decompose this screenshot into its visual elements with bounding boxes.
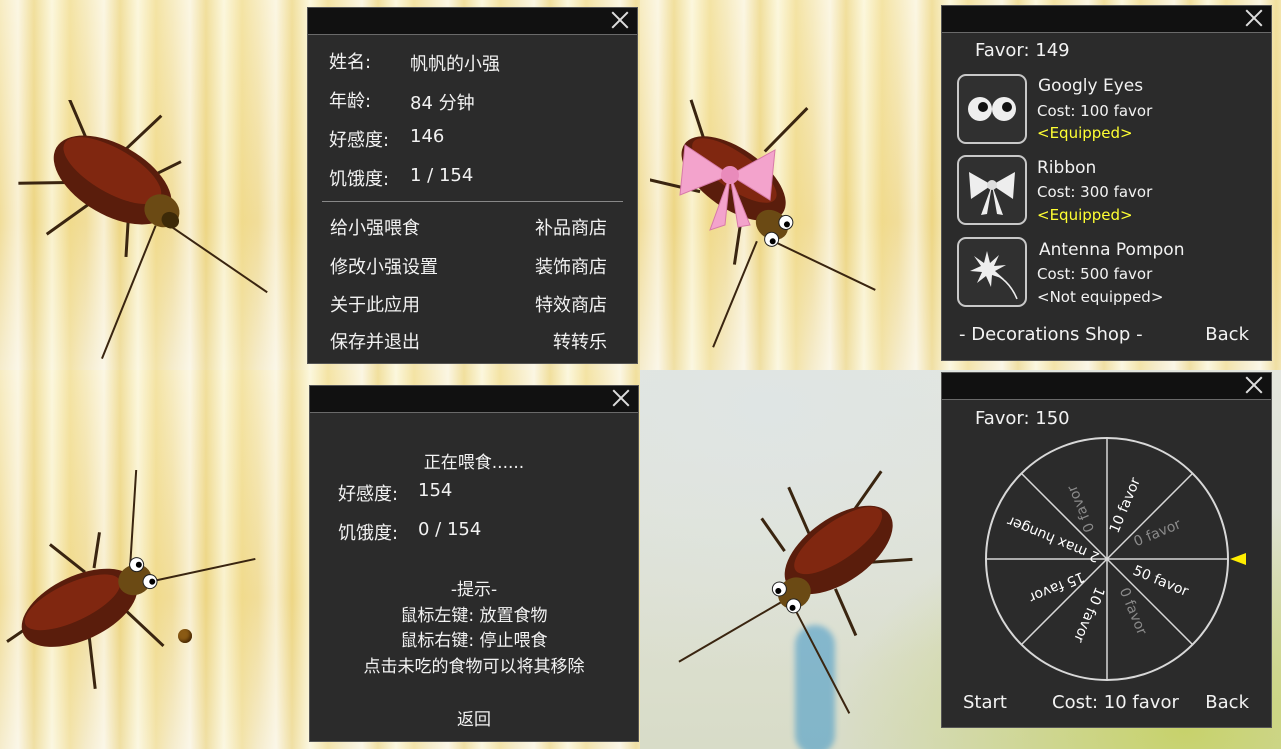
wheel-segment-label: 0 favor (1116, 586, 1150, 638)
feeding-status: 正在喂食...... (423, 453, 525, 473)
tip-right-click: 鼠标右键: 停止喂食 (400, 631, 548, 651)
wheel-segment-label: 10 favor (1070, 584, 1107, 644)
lucky-wheel-panel: Favor: 150 10 favor 0 favor 50 favor 0 f… (941, 372, 1272, 728)
item-status-antenna-pompon: <Not equipped> (1037, 288, 1164, 306)
menu-decoration-shop[interactable]: 装饰商店 (535, 253, 607, 279)
item-name-googly-eyes: Googly Eyes (1038, 76, 1144, 96)
item-name-antenna-pompon: Antenna Pompon (1039, 240, 1185, 260)
hunger-label: 饥饿度: (338, 523, 399, 544)
menu-feed[interactable]: 给小强喂食 (330, 214, 420, 240)
title-bar (942, 6, 1271, 33)
menu-effects-shop[interactable]: 特效商店 (535, 291, 607, 317)
wheel-segment-label: 0 favor (1064, 482, 1098, 534)
back-button[interactable]: 返回 (310, 705, 638, 730)
item-status-ribbon: <Equipped> (1037, 206, 1133, 224)
close-icon[interactable] (610, 387, 632, 409)
prize-wheel: 10 favor 0 favor 50 favor 0 favor 10 fav… (985, 437, 1246, 681)
hunger-value: 1 / 154 (410, 165, 474, 186)
info-menu-panel: 姓名: 帆帆的小强 年龄: 84 分钟 好感度: 146 饥饿度: 1 / 15… (307, 7, 638, 364)
ribbon-icon[interactable] (957, 155, 1027, 225)
back-button[interactable]: Back (1205, 692, 1249, 713)
menu-about[interactable]: 关于此应用 (330, 291, 420, 317)
name-label: 姓名: (329, 52, 372, 73)
menu-lucky-wheel[interactable]: 转转乐 (553, 328, 607, 354)
cockroach-sprite-feeding[interactable] (0, 470, 300, 710)
favor-value: 154 (418, 480, 453, 501)
item-cost-googly-eyes: Cost: 100 favor (1037, 102, 1153, 120)
item-name-ribbon: Ribbon (1037, 158, 1097, 178)
wheel-pointer-icon (1230, 553, 1246, 565)
start-button[interactable]: Start (963, 692, 1007, 713)
item-cost-ribbon: Cost: 300 favor (1037, 183, 1153, 201)
favor-value: 146 (410, 126, 445, 147)
wheel-segment-label: 10 favor (1107, 475, 1144, 535)
title-bar (310, 386, 638, 413)
feeding-panel: 正在喂食...... 好感度: 154 饥饿度: 0 / 154 -提示- 鼠标… (309, 385, 639, 742)
name-value: 帆帆的小强 (410, 54, 500, 75)
wheel-segment-label: 15 favor (1026, 568, 1086, 605)
favor-label: 好感度: (338, 484, 399, 505)
menu-settings[interactable]: 修改小强设置 (330, 253, 438, 279)
tip-title: -提示- (450, 580, 498, 600)
googly-eyes-icon[interactable] (957, 74, 1027, 144)
tip-remove-food: 点击未吃的食物可以将其移除 (363, 657, 585, 677)
hunger-label: 饥饿度: (329, 169, 390, 190)
age-label: 年龄: (329, 91, 372, 112)
title-bar (308, 8, 637, 35)
close-icon[interactable] (609, 9, 631, 31)
item-cost-antenna-pompon: Cost: 500 favor (1037, 265, 1153, 283)
wheel-segment-label: 0 favor (1132, 516, 1184, 550)
divider (322, 201, 623, 202)
tip-left-click: 鼠标左键: 放置食物 (400, 606, 548, 626)
decorations-shop-panel: Favor: 149 Googly Eyes Cost: 100 favor <… (941, 5, 1272, 361)
pompon-icon[interactable] (957, 237, 1027, 307)
menu-save-exit[interactable]: 保存并退出 (330, 328, 420, 354)
spin-cost: Cost: 10 favor (1052, 692, 1179, 713)
favor-label: 好感度: (329, 130, 390, 151)
shop-footer-title: - Decorations Shop - (959, 324, 1143, 345)
close-icon[interactable] (1243, 7, 1265, 29)
cockroach-sprite-decorated[interactable] (650, 90, 930, 350)
food-pellet[interactable] (178, 629, 192, 643)
title-bar (942, 373, 1271, 400)
close-icon[interactable] (1243, 374, 1265, 396)
menu-supplement-shop[interactable]: 补品商店 (535, 214, 607, 240)
back-button[interactable]: Back (1205, 324, 1249, 345)
cockroach-sprite-wheel[interactable] (650, 430, 940, 720)
hunger-value: 0 / 154 (418, 519, 482, 540)
item-status-googly-eyes: <Equipped> (1037, 124, 1133, 142)
age-value: 84 分钟 (410, 93, 475, 114)
favor-display: Favor: 149 (975, 40, 1070, 61)
favor-display: Favor: 150 (975, 408, 1070, 429)
wheel-segment-label: 50 favor (1130, 563, 1190, 600)
cockroach-sprite[interactable] (10, 100, 310, 360)
